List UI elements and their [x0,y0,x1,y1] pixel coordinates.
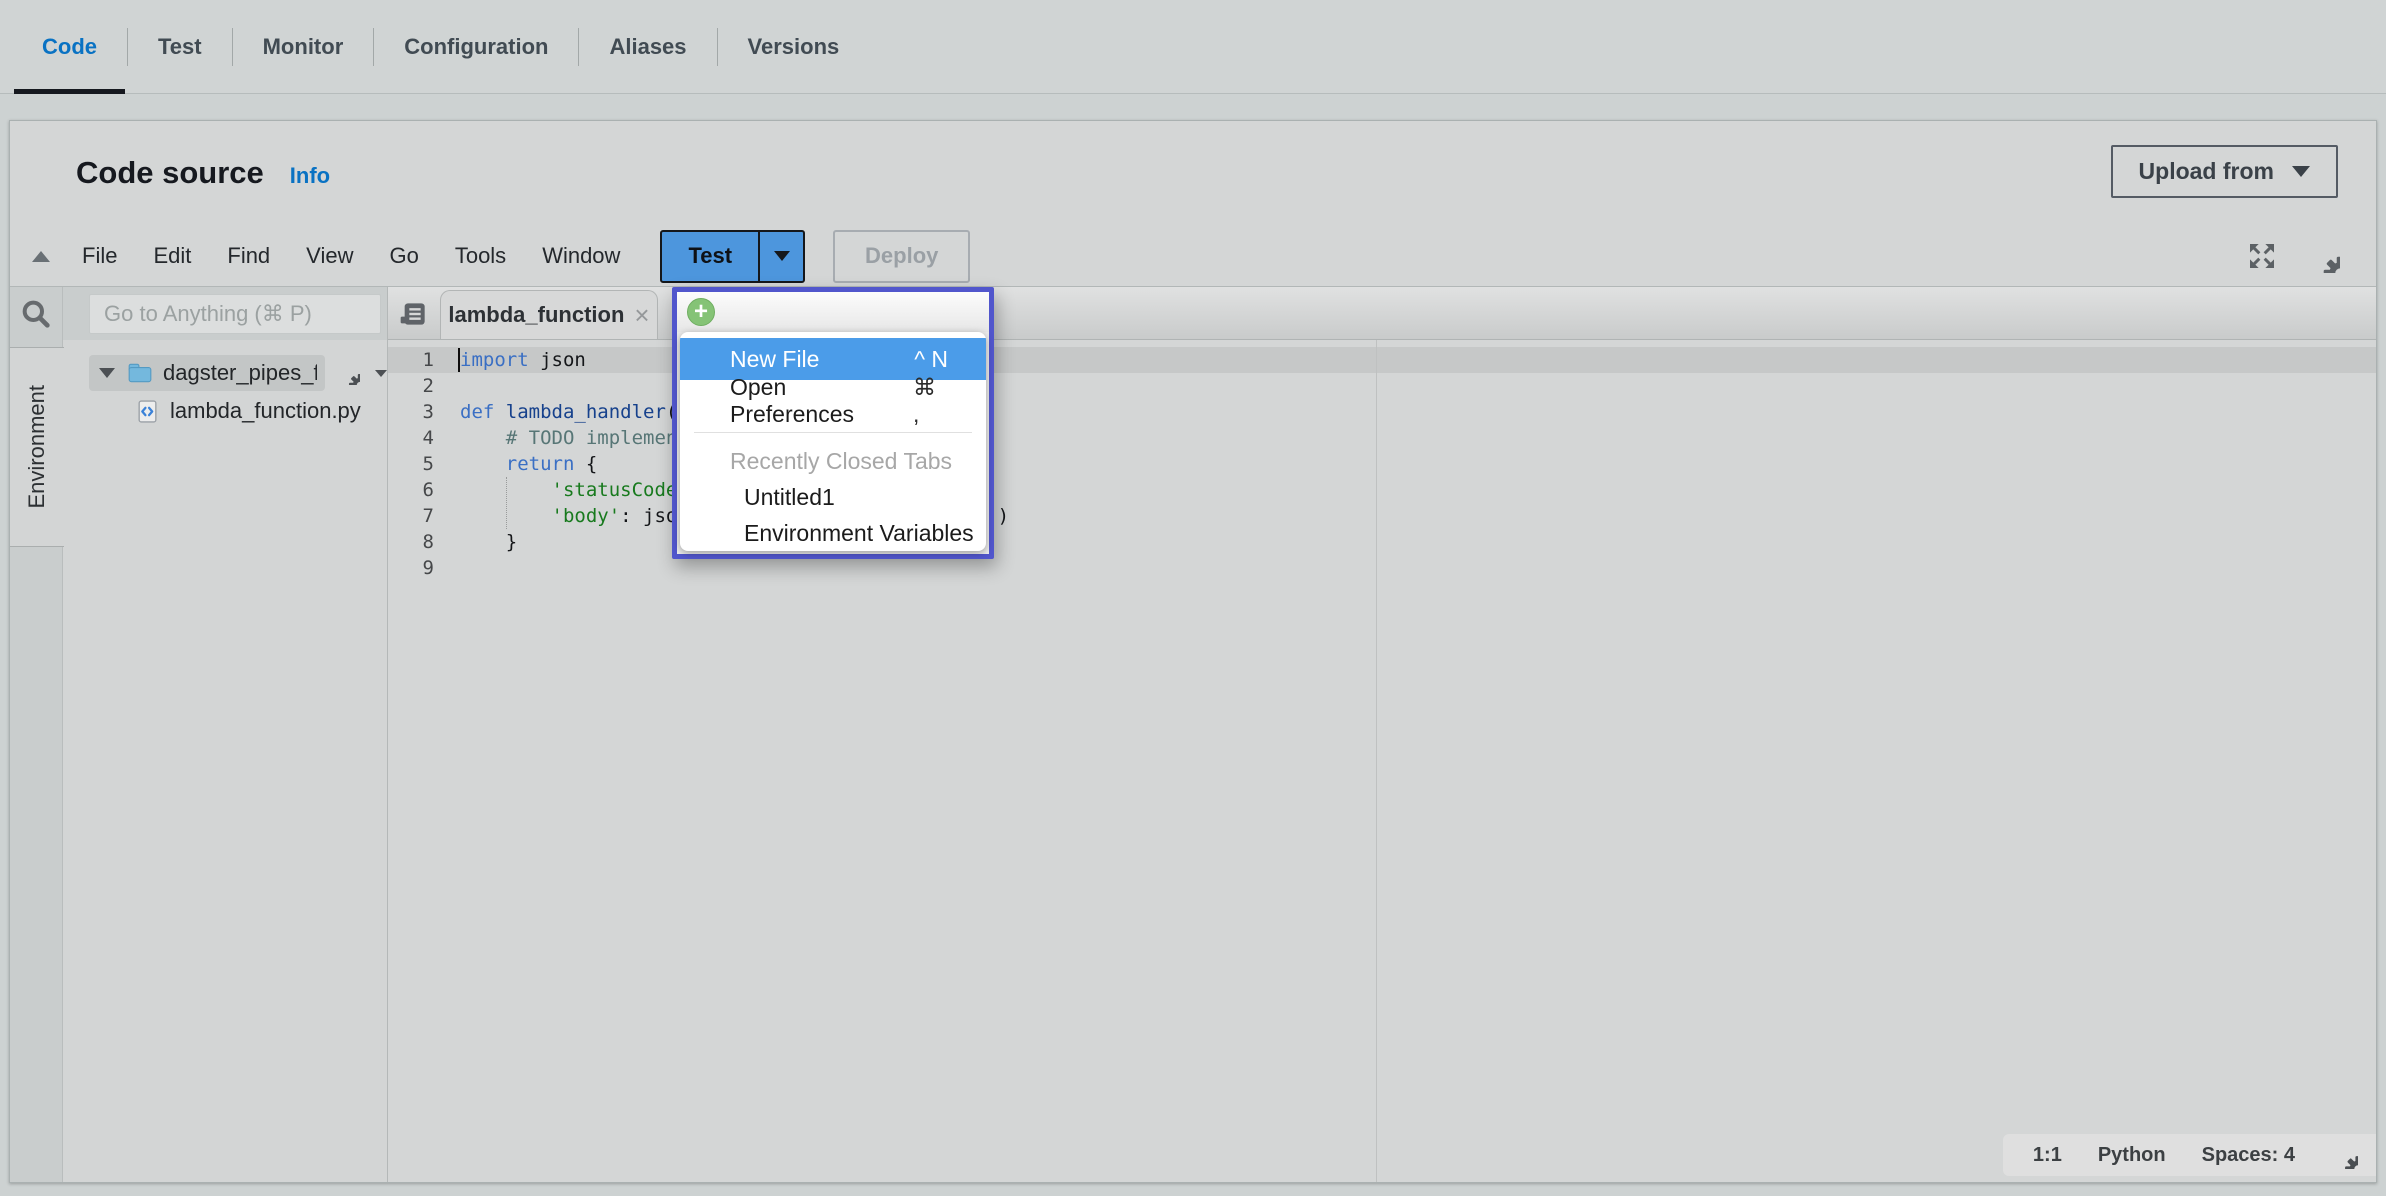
menu-view[interactable]: View [302,239,357,273]
test-dropdown-button[interactable] [759,230,805,283]
line-number-1[interactable]: 1 [388,347,450,373]
tab-configuration[interactable]: Configuration [374,0,578,93]
page-title: Code source [76,155,264,191]
line-number-3[interactable]: 3 [388,399,450,425]
fullscreen-icon[interactable] [2246,240,2278,272]
line-number-9[interactable]: 9 [388,555,450,581]
status-cursor-position[interactable]: 1:1 [2033,1142,2062,1168]
menu-window[interactable]: Window [538,239,624,273]
disclosure-caret-icon[interactable] [99,368,115,378]
gear-icon [337,362,360,385]
left-rail: Environment [10,287,63,1182]
code-source-header: Code source Info Upload from [10,121,2376,226]
editor-status-bar: 1:1 Python Spaces: 4 [2003,1134,2376,1176]
tab-code[interactable]: Code [12,0,127,93]
tree-item-label: dagster_pipes_funct [163,360,317,386]
goto-anything-input[interactable] [89,294,381,334]
new-tab-plus-icon[interactable]: + [687,298,715,326]
deploy-button[interactable]: Deploy [833,230,970,283]
menu-tools[interactable]: Tools [451,239,510,273]
tree-item-lambda-function-py[interactable]: lambda_function.py [63,392,387,430]
menu-item-shortcut: ⌘ , [913,374,948,428]
menu-file[interactable]: File [78,239,121,273]
upload-from-label: Upload from [2139,158,2274,185]
code-source-panel: Code source Info Upload from File Edit Fin… [9,120,2377,1183]
test-split-button: Test [660,230,805,283]
new-tab-strip: + [677,292,989,332]
print-margin-line [1376,340,1377,1182]
text-cursor [458,348,460,372]
new-tab-menu-panel: New File^ NOpen Preferences⌘ , Recently … [680,332,986,551]
tab-list-icon[interactable] [398,298,430,330]
menu-item-label: New File [730,346,819,373]
folder-icon [127,360,153,386]
gear-caret-icon [375,370,387,377]
lambda-console-screen: CodeTestMonitorConfigurationAliasesVersi… [0,0,2386,1196]
new-tab-menu: + New File^ NOpen Preferences⌘ , Recentl… [672,287,994,559]
function-tabs-bar: CodeTestMonitorConfigurationAliasesVersi… [0,0,2386,94]
environment-tab-label: Environment [24,385,50,509]
folder-settings-gear-icon[interactable] [337,362,370,385]
status-indentation[interactable]: Spaces: 4 [2202,1142,2295,1168]
status-language[interactable]: Python [2098,1142,2166,1168]
tree-item-label: lambda_function.py [170,398,361,424]
editor-menubar: File Edit Find View Go Tools Window Test Deplo… [10,226,2376,286]
chevron-down-icon [774,251,790,261]
menu-go[interactable]: Go [385,239,422,273]
tab-test[interactable]: Test [128,0,232,93]
recent-tab-environment-variables[interactable]: Environment Variables [680,515,986,551]
menu-section-label: Recently Closed Tabs [680,443,986,479]
python-file-icon [135,399,160,424]
tree-item-selection: dagster_pipes_funct [89,355,325,391]
line-number-gutter: 123456789 [388,347,450,581]
tab-monitor[interactable]: Monitor [233,0,374,93]
menu-item-label: Open Preferences [730,374,913,428]
close-tab-icon[interactable]: × [634,302,649,328]
tree-item-dagster-pipes-funct[interactable]: dagster_pipes_funct [63,354,387,392]
tab-versions[interactable]: Versions [718,0,870,93]
search-icon[interactable] [10,287,62,340]
editor-workspace: Environment dagster_pipes_funct lambda_fu… [10,286,2376,1182]
menu-divider [694,432,972,433]
editor-settings-gear-icon[interactable] [2306,239,2340,273]
goto-anything-row [63,287,387,340]
line-number-8[interactable]: 8 [388,529,450,555]
environment-tab[interactable]: Environment [10,347,64,547]
recent-tab-untitled1[interactable]: Untitled1 [680,479,986,515]
menu-edit[interactable]: Edit [149,239,195,273]
menu-item-shortcut: ^ N [914,346,948,373]
line-number-2[interactable]: 2 [388,373,450,399]
test-button[interactable]: Test [660,230,759,283]
editor-tab-lambda-function[interactable]: lambda_function × [440,290,658,339]
chevron-down-icon [2292,166,2310,177]
editor-tab-label: lambda_function [448,302,624,328]
line-number-6[interactable]: 6 [388,477,450,503]
line-number-7[interactable]: 7 [388,503,450,529]
file-tree-panel: dagster_pipes_funct lambda_function.py [63,287,388,1182]
info-link[interactable]: Info [290,163,330,189]
collapse-menubar-icon[interactable] [32,251,50,262]
menu-find[interactable]: Find [223,239,274,273]
tab-aliases[interactable]: Aliases [579,0,716,93]
line-number-5[interactable]: 5 [388,451,450,477]
menu-item-open-preferences[interactable]: Open Preferences⌘ , [680,380,986,422]
status-settings-gear-icon[interactable] [2331,1142,2358,1169]
line-number-4[interactable]: 4 [388,425,450,451]
upload-from-button[interactable]: Upload from [2111,145,2338,198]
